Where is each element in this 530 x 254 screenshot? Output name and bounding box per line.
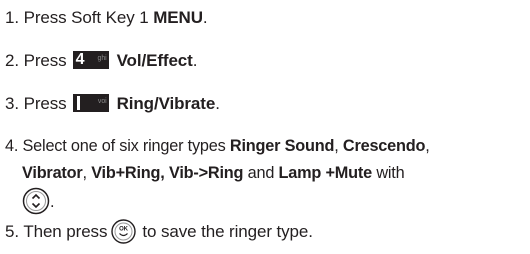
step-2: 2. Press 4 ghi Vol/Effect. [5, 47, 197, 74]
step-text: with [376, 164, 405, 182]
keypad-1-glyph [76, 96, 80, 110]
step-number: 3. [5, 94, 19, 113]
ringer-type-vib-ring: Vib+Ring, Vib->Ring [91, 164, 244, 182]
ok-button-label: OK [119, 227, 129, 233]
separator: and [247, 164, 275, 182]
step-4: 4. Select one of six ringer types Ringer… [5, 133, 430, 217]
separator: , [425, 137, 430, 155]
vol-effect-label: Vol/Effect [116, 51, 193, 70]
step-punct: . [192, 51, 198, 70]
step-text: Press Soft Key 1 [23, 8, 149, 27]
ringer-type-ringer-sound: Ringer Sound [229, 137, 335, 155]
separator: , [82, 164, 88, 182]
ok-button-icon: OK [111, 219, 137, 244]
ring-vibrate-label: Ring/Vibrate [116, 94, 216, 113]
ringer-type-crescendo: Crescendo [342, 137, 426, 155]
step-text: Press [23, 51, 67, 70]
step-1: 1. Press Soft Key 1 MENU. [5, 4, 208, 31]
step-text: to save the ringer type. [142, 222, 313, 241]
step-punct: . [202, 8, 208, 27]
step-3: 3. Press voi Ring/Vibrate. [5, 90, 220, 117]
separator: , [334, 137, 339, 155]
step-text: Select one of six ringer types [22, 137, 226, 155]
step-number: 4. [5, 137, 19, 155]
step-text: Then press [23, 222, 108, 241]
step-number: 2. [5, 51, 19, 70]
ringer-type-vibrator: Vibrator [22, 164, 83, 182]
keypad-4-icon: 4 ghi [72, 51, 109, 69]
step-punct: . [50, 193, 55, 211]
step-5: 5. Then press OK to save the ringer type… [5, 218, 313, 245]
step-punct: . [215, 94, 220, 113]
navigation-key-icon [22, 187, 50, 215]
step-number: 1. [5, 8, 19, 27]
step-number: 5. [5, 222, 19, 241]
ringer-type-lamp-mute: Lamp +Mute [278, 164, 373, 182]
menu-label: MENU [153, 8, 203, 27]
step-text: Press [23, 94, 67, 113]
keypad-1-icon: voi [72, 94, 109, 112]
